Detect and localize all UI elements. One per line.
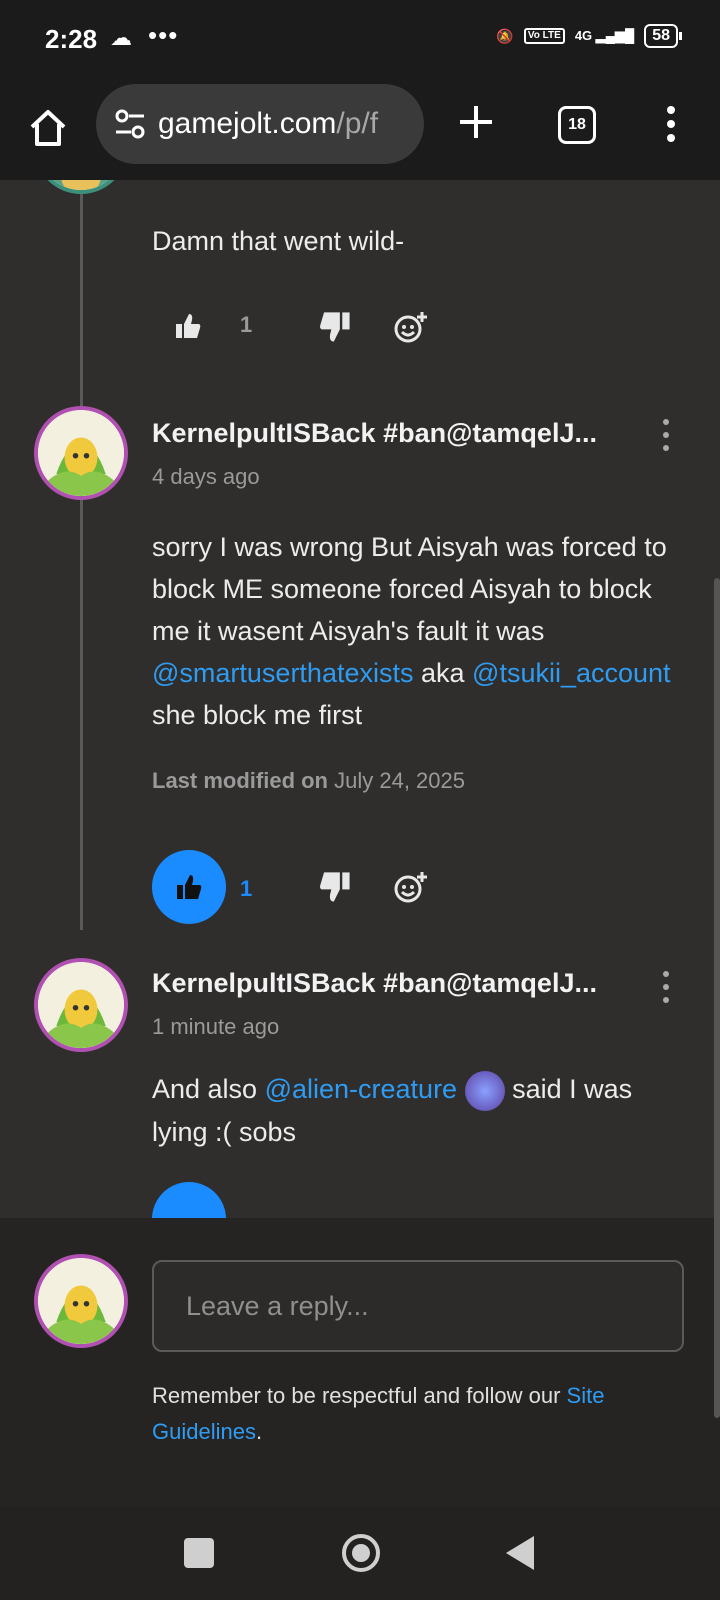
reply-composer: Leave a reply... Remember to be respectf…	[0, 1218, 720, 1506]
comment-time[interactable]: 4 days ago	[152, 464, 260, 490]
browser-toolbar: gamejolt.com/p/f 18	[0, 80, 720, 180]
guidelines-reminder: Remember to be respectful and follow our…	[152, 1383, 605, 1444]
cloud-icon: ☁	[110, 25, 132, 50]
tab-switcher-button[interactable]: 18	[558, 106, 596, 144]
comment-text: sorry I was wrong But Aisyah was forced …	[152, 532, 671, 730]
mention-link[interactable]: @tsukii_account	[472, 658, 671, 688]
more-notifications-icon: •••	[148, 20, 179, 50]
mention-link[interactable]: @smartuserthatexists	[152, 658, 413, 688]
comment-username[interactable]: KernelpultISBack #ban@tamqelJ...	[152, 968, 597, 999]
thread-line	[80, 180, 83, 930]
like-button[interactable]	[152, 850, 226, 924]
thumbs-up-icon	[177, 875, 202, 899]
back-icon[interactable]	[506, 1536, 534, 1570]
system-nav-bar	[0, 1506, 720, 1600]
mute-bell-icon: 🔕	[496, 27, 514, 44]
address-bar[interactable]: gamejolt.com/p/f	[96, 84, 424, 164]
mention-avatar	[464, 1070, 505, 1111]
new-tab-icon[interactable]	[456, 102, 496, 142]
status-bar: 2:28 ☁ ••• 🔕 Vo LTE 4G ▂▄▆█ 58	[0, 0, 720, 80]
more-options-icon[interactable]	[662, 418, 670, 452]
avatar[interactable]	[34, 406, 128, 500]
last-modified: Last modified on July 24, 2025	[152, 768, 465, 793]
like-button[interactable]	[152, 1182, 226, 1218]
status-time: 2:28	[45, 24, 98, 54]
thumbs-up-icon[interactable]	[174, 312, 202, 340]
avatar[interactable]	[34, 958, 128, 1052]
like-count: 1	[240, 876, 253, 901]
comment-username[interactable]: KernelpultISBack #ban@tamqelJ...	[152, 418, 597, 449]
volte-icon: Vo LTE	[523, 28, 565, 44]
scrollbar[interactable]	[714, 578, 720, 1418]
thumbs-down-icon[interactable]	[318, 870, 352, 904]
avatar	[34, 1254, 128, 1348]
battery-indicator: 58	[644, 24, 682, 48]
more-options-icon[interactable]	[662, 970, 670, 1004]
thumbs-down-icon[interactable]	[318, 310, 352, 344]
avatar[interactable]	[34, 180, 128, 194]
recents-icon[interactable]	[184, 1538, 214, 1568]
home-icon[interactable]	[26, 106, 70, 150]
comment-text: And also @alien-creature said I was lyin…	[152, 1068, 682, 1153]
add-reaction-icon[interactable]	[394, 870, 428, 904]
menu-icon[interactable]	[664, 104, 678, 144]
home-nav-icon[interactable]	[342, 1534, 380, 1572]
comment-text: Damn that went wild-	[152, 226, 405, 256]
reply-input[interactable]: Leave a reply...	[152, 1260, 684, 1352]
comment-time[interactable]: 1 minute ago	[152, 1014, 279, 1040]
signal-icon: 4G ▂▄▆█	[574, 28, 635, 43]
url-text: gamejolt.com/p/f	[158, 107, 379, 140]
like-count: 1	[240, 312, 253, 337]
comment-thread[interactable]: Damn that went wild- 1 KernelpultISBack …	[0, 180, 720, 1218]
site-settings-icon[interactable]	[112, 106, 148, 142]
add-reaction-icon[interactable]	[394, 310, 428, 344]
mention-link[interactable]: @alien-creature	[265, 1074, 458, 1104]
